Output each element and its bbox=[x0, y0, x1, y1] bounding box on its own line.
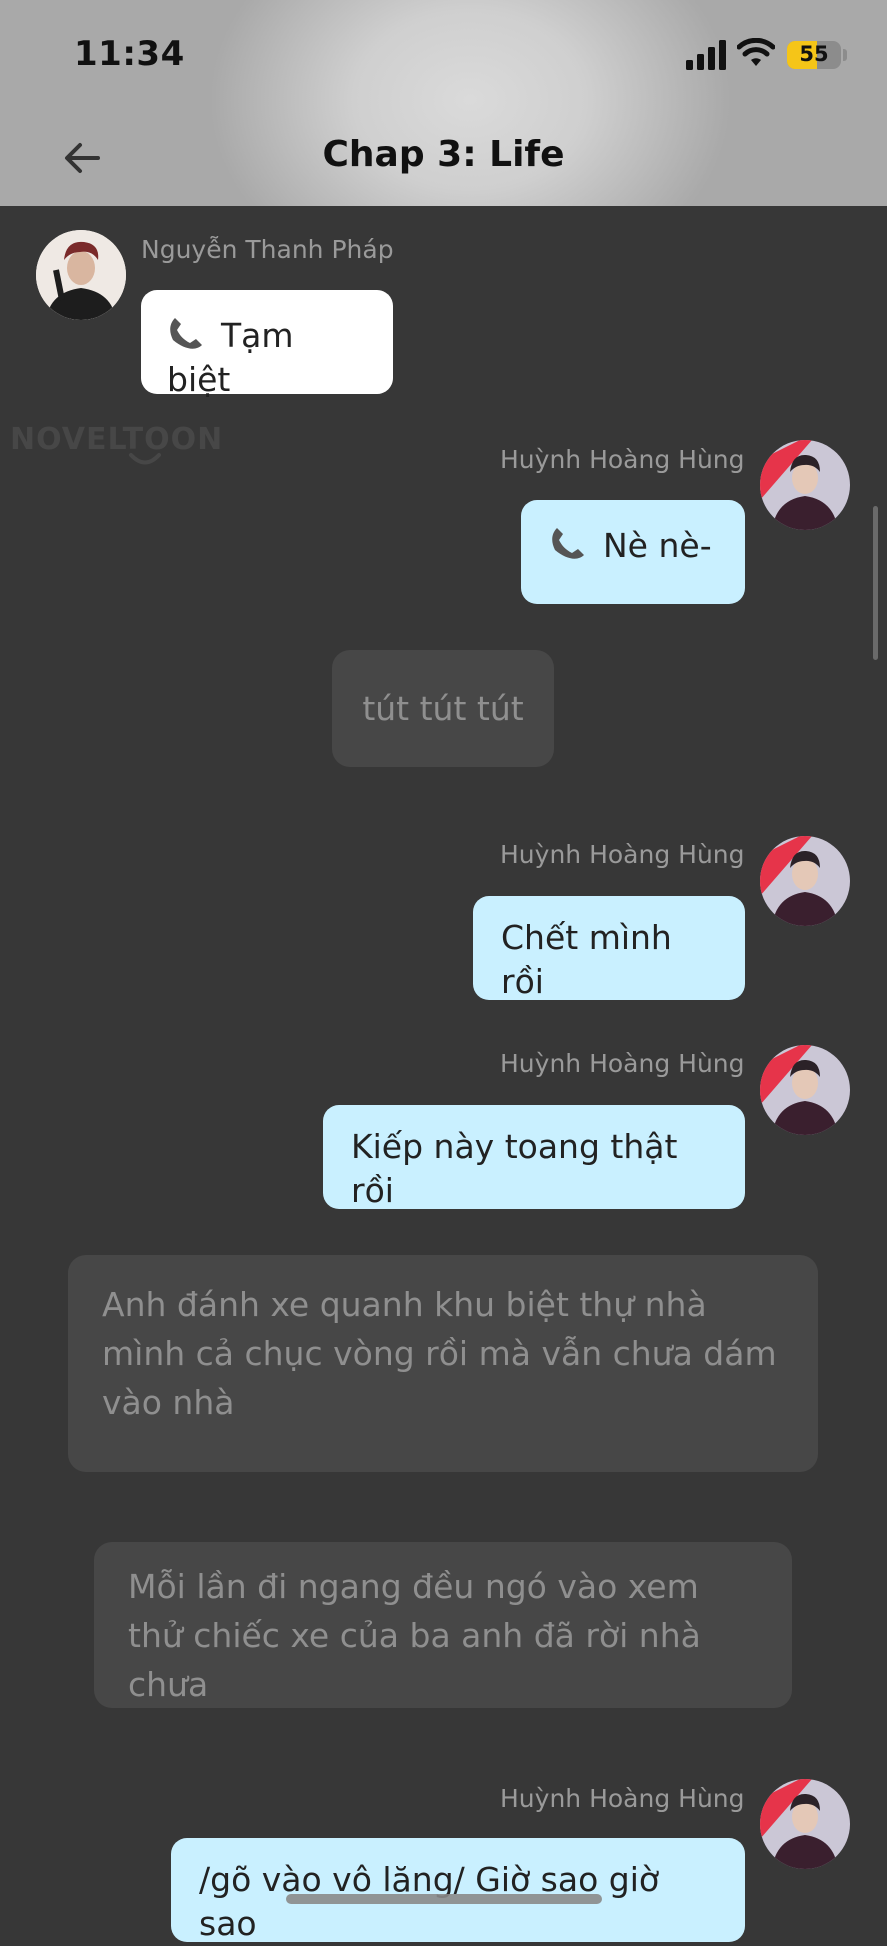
narration-text: Anh đánh xe quanh khu biệt thự nhà mình … bbox=[102, 1285, 777, 1422]
phone-icon bbox=[170, 318, 202, 349]
cellular-signal-icon bbox=[686, 40, 726, 70]
status-time: 11:34 bbox=[74, 34, 185, 74]
narration-bubble: Mỗi lần đi ngang đều ngó vào xem thử chi… bbox=[94, 1542, 792, 1708]
avatar-huynh-hoang-hung[interactable] bbox=[760, 1779, 850, 1869]
narration-text: tút tút tút bbox=[362, 689, 524, 728]
phone-icon bbox=[552, 528, 584, 559]
message-bubble: Kiếp này toang thật rồi bbox=[323, 1105, 745, 1210]
scrollbar[interactable] bbox=[873, 506, 878, 660]
message-bubble: Nè nè- bbox=[521, 500, 745, 604]
sender-name: Huỳnh Hoàng Hùng bbox=[500, 445, 745, 474]
watermark-smile-icon bbox=[129, 453, 161, 465]
sender-name: Nguyễn Thanh Pháp bbox=[141, 235, 394, 264]
narration-bubble: Anh đánh xe quanh khu biệt thự nhà mình … bbox=[68, 1255, 818, 1472]
message-bubble: Chết mình rồi bbox=[473, 896, 745, 1001]
message-bubble: /gõ vào vô lăng/ Giờ sao giờ sao bbox=[171, 1838, 745, 1943]
sender-name: Huỳnh Hoàng Hùng bbox=[500, 840, 745, 869]
avatar-huynh-hoang-hung[interactable] bbox=[760, 1045, 850, 1135]
avatar-huynh-hoang-hung[interactable] bbox=[760, 836, 850, 926]
page-title: Chap 3: Life bbox=[322, 134, 565, 175]
battery-cap bbox=[843, 49, 847, 61]
avatar-huynh-hoang-hung[interactable] bbox=[760, 440, 850, 530]
message-text: Nè nè- bbox=[603, 526, 712, 565]
message-bubble: Tạm biệt bbox=[141, 290, 393, 399]
message-text: Chết mình rồi bbox=[501, 918, 672, 1001]
battery-icon: 55 bbox=[787, 41, 841, 69]
battery-level: 55 bbox=[799, 42, 829, 66]
avatar-nguyen-thanh-phap[interactable] bbox=[36, 230, 126, 320]
sender-name: Huỳnh Hoàng Hùng bbox=[500, 1049, 745, 1078]
watermark: NOVELTOON bbox=[10, 422, 224, 457]
narration-text: Mỗi lần đi ngang đều ngó vào xem thử chi… bbox=[128, 1567, 701, 1704]
home-indicator[interactable] bbox=[286, 1894, 602, 1904]
wifi-icon bbox=[737, 38, 775, 66]
sender-name: Huỳnh Hoàng Hùng bbox=[500, 1784, 745, 1813]
narration-bubble: tút tút tút bbox=[332, 650, 554, 767]
header-bar: 11:34 55 Chap 3: Life bbox=[0, 0, 887, 206]
message-text: Kiếp này toang thật rồi bbox=[351, 1127, 678, 1210]
